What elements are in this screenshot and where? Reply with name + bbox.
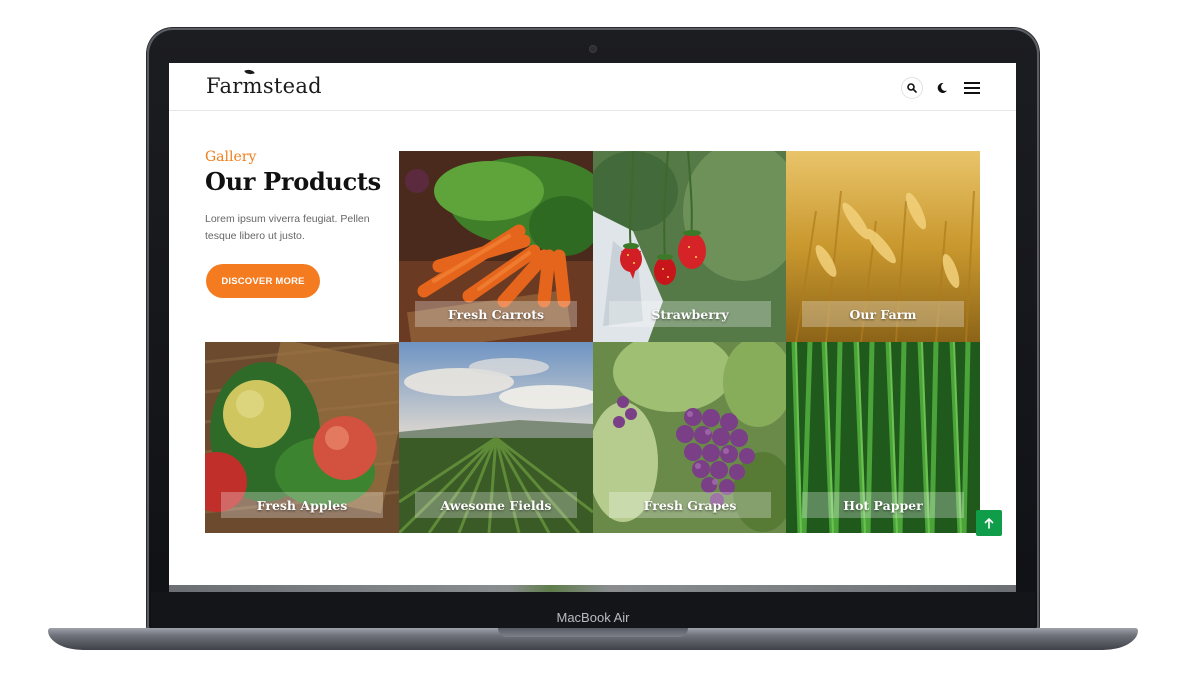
hamburger-menu-icon — [964, 82, 980, 94]
gallery-label: Hot Papper — [802, 492, 964, 518]
gallery-label: Fresh Carrots — [415, 301, 577, 327]
gallery-item-fresh-carrots[interactable]: Fresh Carrots — [399, 151, 593, 342]
gallery-item-our-farm[interactable]: Our Farm — [786, 151, 980, 342]
site-header: Farmstead — [169, 63, 1016, 111]
gallery-item-awesome-fields[interactable]: Awesome Fields — [399, 342, 593, 533]
device-label: MacBook Air — [556, 610, 630, 625]
moon-icon — [937, 82, 947, 93]
gallery-item-fresh-grapes[interactable]: Fresh Grapes — [593, 342, 787, 533]
website-screen: Farmstead Gallery Our Products Lorem ips… — [169, 63, 1016, 592]
theme-toggle-button[interactable] — [931, 77, 953, 99]
gallery-item-hot-papper[interactable]: Hot Papper — [786, 342, 980, 533]
gallery-label: Fresh Apples — [221, 492, 383, 518]
footer-strip — [169, 585, 1016, 592]
laptop-hinge-notch — [498, 628, 688, 637]
gallery-label: Awesome Fields — [415, 492, 577, 518]
arrow-up-icon — [984, 517, 994, 529]
menu-button[interactable] — [961, 77, 983, 99]
discover-more-button[interactable]: DISCOVER MORE — [206, 264, 320, 298]
camera-icon — [590, 46, 596, 52]
gallery-label: Fresh Grapes — [609, 492, 771, 518]
site-logo[interactable]: Farmstead — [206, 74, 322, 98]
gallery-label: Strawberry — [609, 301, 771, 327]
scroll-to-top-button[interactable] — [976, 510, 1002, 536]
section-description: Lorem ipsum viverra feugiat. Pellen tesq… — [205, 213, 370, 242]
gallery-item-fresh-apples[interactable]: Fresh Apples — [205, 342, 399, 533]
search-button[interactable] — [901, 77, 923, 99]
gallery-label: Our Farm — [802, 301, 964, 327]
gallery-item-strawberry[interactable]: Strawberry — [593, 151, 787, 342]
section-eyebrow: Gallery — [205, 149, 257, 165]
search-icon — [907, 83, 917, 93]
section-title: Our Products — [205, 167, 381, 196]
